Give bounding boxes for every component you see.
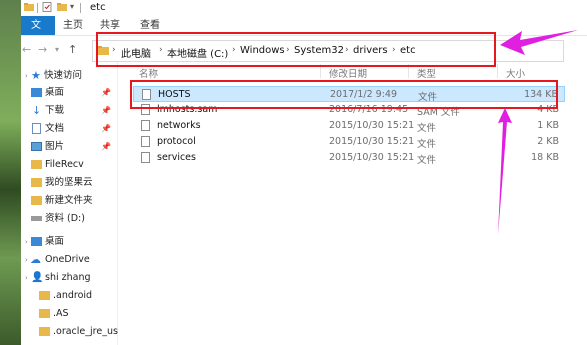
annotation-arrows — [498, 30, 578, 235]
annotation-arrow-hosts — [498, 108, 512, 235]
annotation-arrow-address — [500, 30, 578, 55]
